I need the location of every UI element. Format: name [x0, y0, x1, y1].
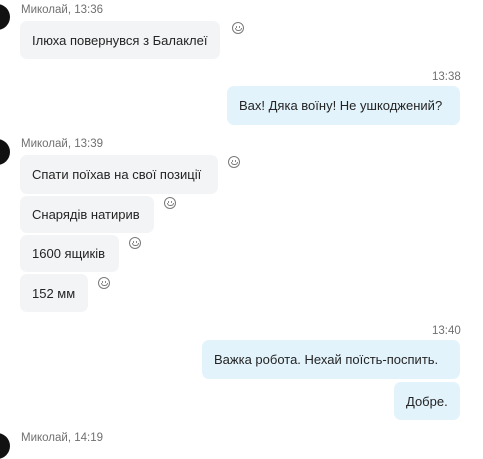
smiley-face-icon[interactable]	[129, 237, 141, 249]
message-text: Вах! Дяка воїну! Не ушкоджений?	[239, 98, 443, 113]
message-bubble[interactable]: 1600 ящиків	[20, 235, 119, 272]
message-time: 13:40	[432, 325, 461, 337]
sender-meta: Миколай, 13:39	[21, 138, 104, 150]
message-time: 13:38	[432, 71, 461, 83]
message-text: 1600 ящиків	[32, 246, 106, 261]
message-text: Ілюха повернувся з Балаклеї	[32, 32, 208, 48]
message-bubble[interactable]: Важка робота. Нехай поїсть-поспить.	[202, 340, 460, 379]
sender-meta: Миколай, 14:19	[21, 432, 104, 444]
message-bubble[interactable]: 152 мм	[20, 274, 88, 312]
message-bubble[interactable]: Добре.	[394, 382, 460, 420]
smiley-face-icon[interactable]	[164, 197, 176, 209]
message-bubble[interactable]: Вах! Дяка воїну! Не ушкоджений?	[227, 86, 460, 125]
avatar[interactable]	[0, 433, 10, 459]
smiley-face-icon[interactable]	[228, 156, 240, 168]
smiley-face-icon[interactable]	[98, 277, 110, 289]
avatar[interactable]	[0, 139, 10, 165]
message-text: Добре.	[406, 393, 448, 409]
message-text: Спати поїхав на свої позиції	[32, 167, 202, 182]
message-bubble[interactable]: Снарядів натирив	[20, 196, 154, 233]
sender-meta: Миколай, 13:36	[21, 4, 104, 16]
message-text: Снарядів натирив	[32, 207, 140, 222]
smiley-face-icon[interactable]	[232, 22, 244, 34]
message-bubble[interactable]: Спати поїхав на свої позиції	[20, 155, 218, 194]
message-bubble[interactable]: Ілюха повернувся з Балаклеї	[20, 21, 220, 59]
avatar[interactable]	[0, 4, 10, 30]
message-text: Важка робота. Нехай поїсть-поспить.	[214, 352, 439, 367]
message-text: 152 мм	[32, 285, 76, 301]
